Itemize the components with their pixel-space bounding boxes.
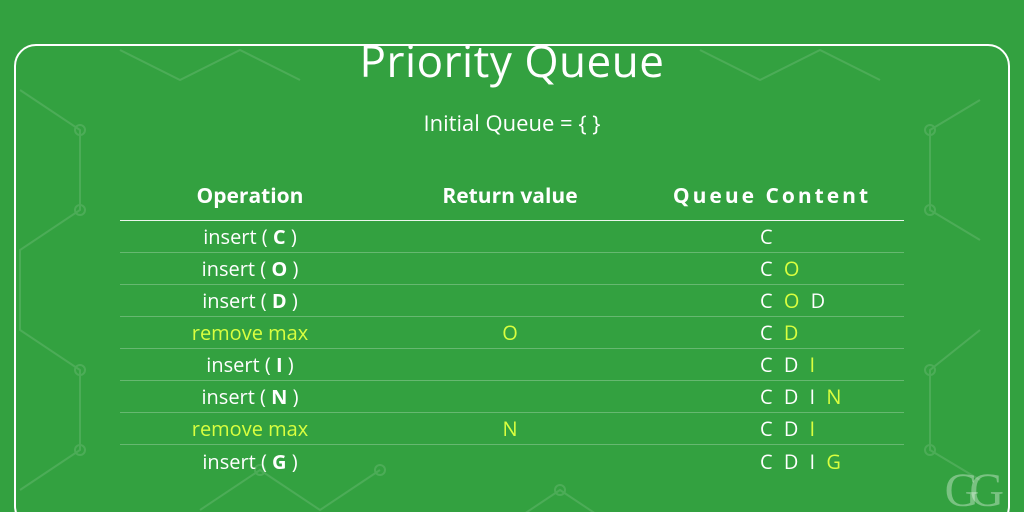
cell-return: N xyxy=(380,415,640,442)
cell-return: O xyxy=(380,319,640,346)
table-row: remove maxNC D I xyxy=(120,413,904,445)
table-row: insert ( O ) C O xyxy=(120,253,904,285)
cell-operation: remove max xyxy=(120,415,380,442)
table-body: insert ( C ) Cinsert ( O ) C O insert ( D )… xyxy=(120,221,904,477)
cell-queue: C D I N xyxy=(640,383,904,410)
table-row: remove maxOC D xyxy=(120,317,904,349)
cell-operation: insert ( N ) xyxy=(120,383,380,410)
cell-operation: insert ( C ) xyxy=(120,223,380,250)
cell-queue: C O xyxy=(640,255,904,282)
cell-operation: insert ( I ) xyxy=(120,351,380,378)
cell-queue: C D I xyxy=(640,415,904,442)
table-row: insert ( D ) C O D xyxy=(120,285,904,317)
header-queue: Queue Content xyxy=(640,182,904,210)
table-row: insert ( N ) C D I N xyxy=(120,381,904,413)
table-header: Operation Return value Queue Content xyxy=(120,178,904,221)
cell-operation: insert ( D ) xyxy=(120,287,380,314)
cell-queue: C O D xyxy=(640,287,904,314)
header-return: Return value xyxy=(380,182,640,210)
cell-queue: C D I xyxy=(640,351,904,378)
operations-table: Operation Return value Queue Content ins… xyxy=(120,178,904,477)
cell-operation: insert ( O ) xyxy=(120,255,380,282)
table-row: insert ( C ) C xyxy=(120,221,904,253)
cell-operation: remove max xyxy=(120,319,380,346)
cell-queue: C xyxy=(640,223,904,250)
cell-queue: C D I G xyxy=(640,448,904,475)
cell-operation: insert ( G ) xyxy=(120,448,380,475)
header-operation: Operation xyxy=(120,182,380,210)
table-row: insert ( I ) C D I xyxy=(120,349,904,381)
cell-queue: C D xyxy=(640,319,904,346)
table-row: insert ( G ) C D I G xyxy=(120,445,904,477)
